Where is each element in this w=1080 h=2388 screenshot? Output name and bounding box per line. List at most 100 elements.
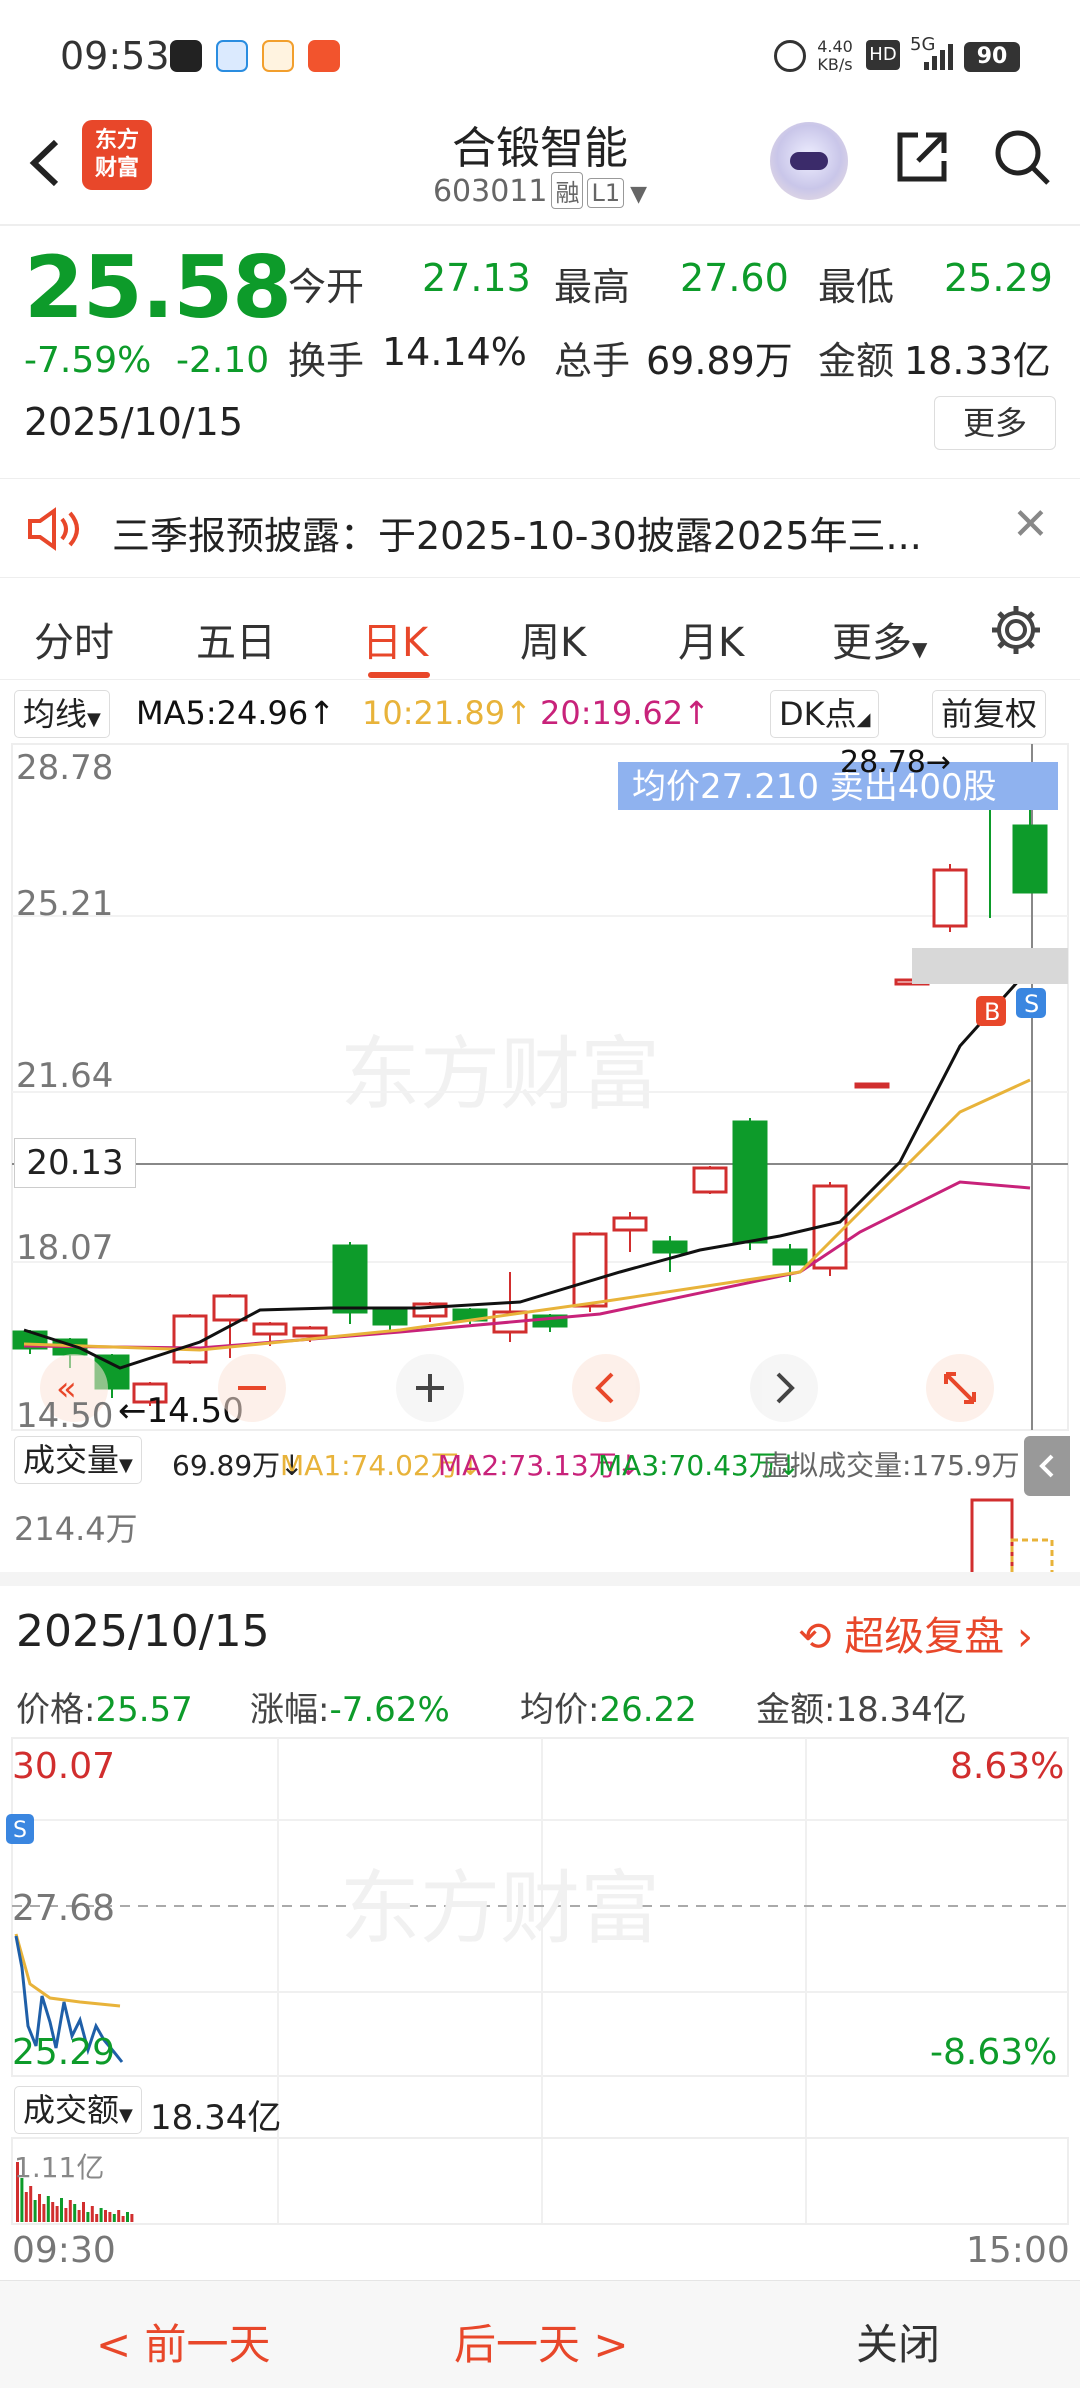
stock-header: 东方 财富 合锻智能 603011 融 L1 ▼ [0, 110, 1080, 225]
virtual-volume: 虚拟成交量:175.9万 [762, 1449, 1020, 1482]
tab-five-day[interactable]: 五日 [196, 610, 276, 668]
change-amount: -2.10 [176, 340, 270, 381]
candle-body[interactable] [372, 1308, 408, 1326]
candle-body[interactable] [732, 1120, 768, 1244]
dk-point-button[interactable]: DK点◢ [770, 690, 880, 738]
amount-bar [42, 2204, 46, 2222]
hd-icon: HD [866, 40, 900, 70]
y-label: 18.07 [16, 1228, 114, 1268]
current-price: 25.58 [24, 238, 292, 338]
amount-bar [99, 2208, 103, 2222]
amount-bar [77, 2210, 81, 2222]
candle-body[interactable] [612, 1216, 648, 1232]
amount-selector[interactable]: 成交额▼ [14, 2086, 142, 2134]
volume-selector[interactable]: 成交量▼ [14, 1436, 142, 1484]
replay-amount: 金额:18.34亿 [756, 1690, 967, 1730]
step-forward-button[interactable] [750, 1354, 818, 1422]
section-separator [0, 1572, 1080, 1586]
next-day-button[interactable]: 后一天 > [454, 2311, 629, 2372]
candle-body[interactable] [252, 1322, 288, 1336]
amount-bar [86, 2212, 90, 2222]
amount-bar [29, 2186, 33, 2222]
amount-bar [60, 2198, 63, 2222]
volume-chart [970, 1498, 1054, 1576]
close-button[interactable]: 关闭 [856, 2311, 940, 2372]
active-tab-indicator [368, 672, 430, 678]
y-label: 25.21 [16, 884, 114, 924]
avg-price-line [14, 1933, 121, 2008]
candle-body[interactable] [652, 1240, 688, 1254]
candle-body[interactable] [692, 1166, 728, 1194]
replay-avg: 均价:26.22 [520, 1690, 697, 1730]
open-value: 27.13 [422, 256, 531, 300]
tab-daily-k[interactable]: 日K [362, 610, 428, 668]
high-value: 27.60 [680, 256, 789, 300]
amount-bar [95, 2214, 99, 2222]
svg-text:S: S [1024, 990, 1039, 1018]
tiktok-icon [170, 40, 202, 72]
volume-legend: 成交量▼ 69.89万↓ MA1:74.02万↓ MA2:73.13万↓ MA3… [0, 1432, 1080, 1492]
period-tabs: 分时 五日 日K 周K 月K 更多▼ [0, 580, 1080, 680]
candle-body[interactable] [1012, 824, 1048, 894]
clock: 09:53 [60, 34, 170, 78]
more-button[interactable]: 更多 [934, 396, 1056, 450]
kline-chart[interactable]: 东方财富 均价27.210 卖出400股 28.78→ ←14.50 B S « [0, 742, 1080, 1432]
app-icon [216, 40, 248, 72]
candle-body[interactable] [932, 868, 968, 928]
share-icon[interactable] [890, 125, 954, 189]
tab-monthly-k[interactable]: 月K [678, 610, 744, 668]
intraday-chart[interactable]: 东方财富 S [0, 1736, 1080, 2276]
tab-more[interactable]: 更多▼ [832, 610, 927, 668]
tab-intraday[interactable]: 分时 [34, 610, 114, 668]
ma-selector[interactable]: 均线▼ [14, 690, 110, 738]
ai-assistant-icon[interactable] [770, 122, 848, 200]
amount-bar [46, 2196, 50, 2222]
turnover-label: 换手 [288, 339, 365, 383]
notice-text: 三季报预披露：于2025-10-30披露2025年三... [112, 514, 922, 558]
notice-banner[interactable]: 三季报预披露：于2025-10-30披露2025年三... ✕ [0, 478, 1080, 578]
y-label: 14.50 [16, 1396, 114, 1436]
adjust-button[interactable]: 前复权 [932, 690, 1047, 738]
watermark: 东方财富 [340, 1028, 660, 1121]
candle-body[interactable] [572, 1232, 608, 1308]
speaker-icon [28, 507, 79, 551]
close-icon[interactable]: ✕ [1012, 499, 1049, 550]
amount-bar [121, 2216, 125, 2222]
amount-value: 18.33亿 [904, 339, 1051, 383]
amount-ymax: 1.11亿 [14, 2151, 105, 2184]
tab-weekly-k[interactable]: 周K [520, 610, 586, 668]
amount-bar [126, 2212, 129, 2222]
candle-body[interactable] [172, 1314, 208, 1364]
step-back-button[interactable] [572, 1354, 640, 1422]
svg-text:东方财富: 东方财富 [340, 1862, 660, 1955]
replay-pct: 涨幅:-7.62% [250, 1690, 450, 1730]
open-label: 今开 [288, 265, 365, 309]
search-icon[interactable] [990, 125, 1054, 189]
replay-date: 2025/10/15 [16, 1606, 270, 1657]
ma-legend: 均线▼ MA5:24.96↑ 10:21.89↑ 20:19.62↑ DK点◢ … [0, 686, 1080, 742]
margin-tag: 融 [551, 172, 584, 209]
amount-bar [64, 2208, 68, 2222]
quote-date: 2025/10/15 [24, 400, 244, 444]
amount-bar [117, 2210, 121, 2222]
candle-body[interactable] [292, 1326, 328, 1338]
gear-icon[interactable] [988, 602, 1044, 658]
time-end: 15:00 [966, 2230, 1070, 2271]
candle-body[interactable] [772, 1248, 808, 1266]
amount-bar [112, 2214, 116, 2222]
signal-icon: 5G [910, 34, 960, 74]
prev-day-button[interactable]: < 前一天 [96, 2311, 271, 2372]
low-label: 最低 [818, 265, 895, 309]
status-bar: 09:53 4.40 KB/s HD 5G 90 [0, 0, 1080, 110]
volume-value: 69.89万 [646, 339, 793, 383]
intraday-pct-bot: -8.63% [930, 2032, 1058, 2073]
y-label: 21.64 [16, 1056, 114, 1096]
amount-bar [38, 2194, 41, 2222]
intraday-y-mid: 27.68 [12, 1888, 116, 1929]
amount-bar [90, 2206, 94, 2222]
candle-body[interactable] [854, 1082, 890, 1089]
candle-body[interactable] [212, 1294, 248, 1322]
super-replay-button[interactable]: ⟲ 超级复盘 › [798, 1604, 1033, 1662]
candle-body[interactable] [332, 1244, 368, 1314]
amount-bar [33, 2200, 37, 2222]
